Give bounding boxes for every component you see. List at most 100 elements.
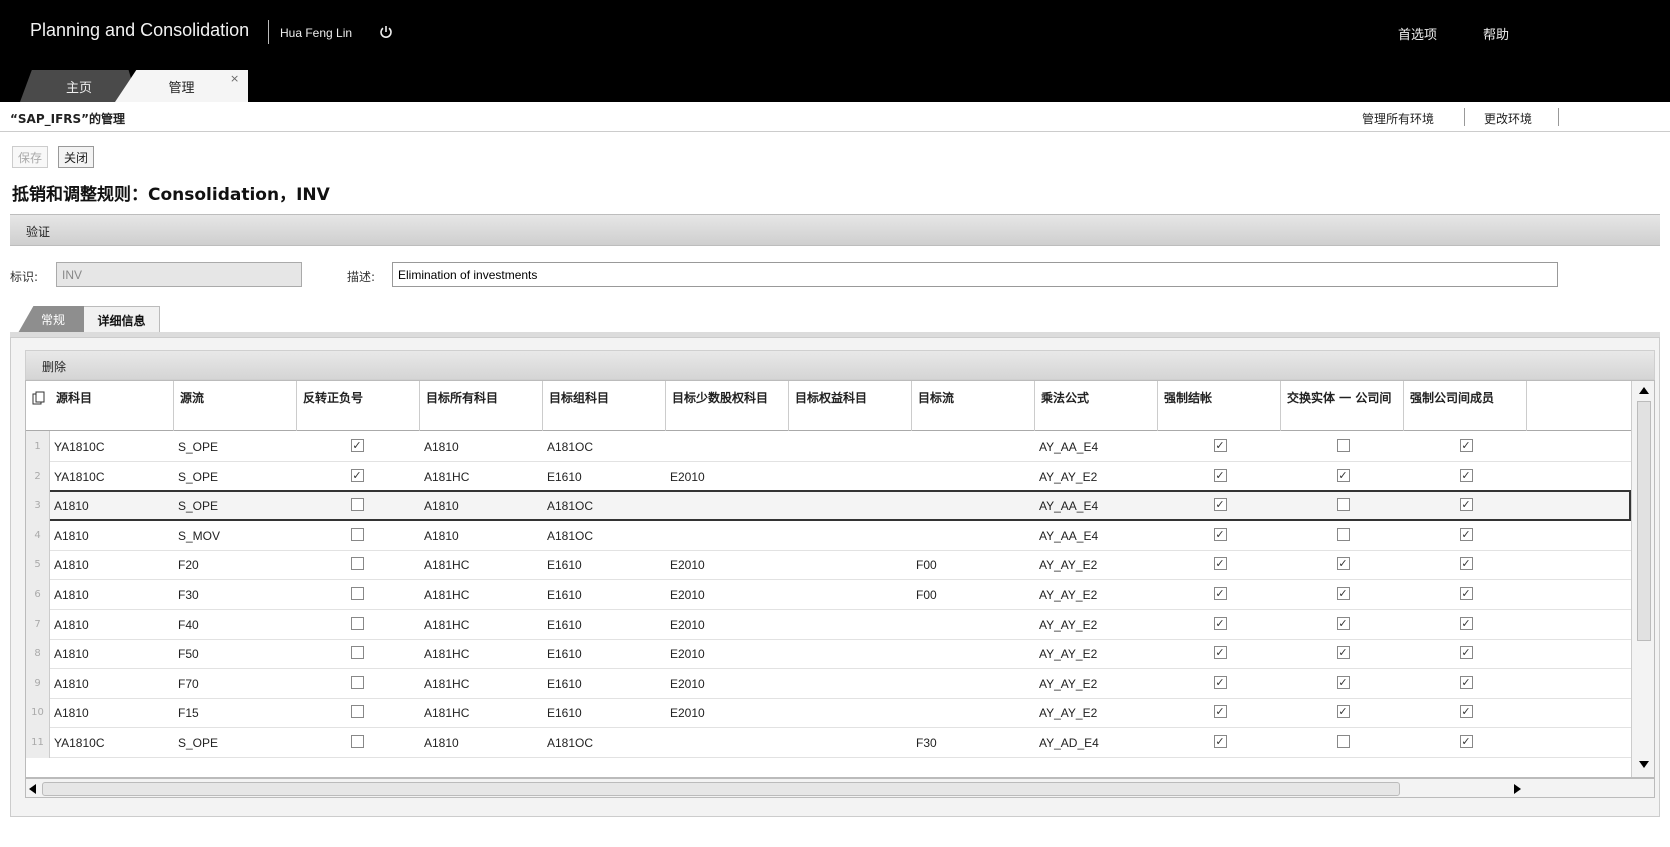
table-cell[interactable]: F40 [174, 609, 297, 640]
checkbox[interactable]: ✓ [1213, 705, 1227, 719]
table-cell[interactable]: A1810 [50, 668, 174, 699]
column-header[interactable]: 目标权益科目 [789, 381, 912, 431]
checkbox[interactable]: ✓ [1213, 646, 1227, 660]
checkbox[interactable]: ✓ [1336, 468, 1350, 482]
table-row[interactable]: 11 YA1810C S_OPE A1810 A181OC F30 AY_AD_E4 ✓ ✓ [26, 727, 1631, 758]
close-icon[interactable]: × [230, 72, 239, 85]
checkbox[interactable] [1336, 498, 1350, 512]
table-cell[interactable]: S_MOV [174, 520, 297, 551]
table-row[interactable]: 8 A1810 F50 A181HC E1610 E2010 AY_AY_E2 ✓ ✓ ✓ [26, 638, 1631, 670]
table-row[interactable]: 1 YA1810C S_OPE ✓ A1810 A181OC AY_AA_E4 ✓ ✓ [26, 431, 1631, 462]
table-row[interactable]: 2 YA1810C S_OPE ✓ A181HC E1610 E2010 AY_AY_E2 ✓ ✓… [26, 460, 1631, 492]
table-cell[interactable]: E2010 [666, 609, 789, 640]
checkbox[interactable]: ✓ [1336, 675, 1350, 689]
id-input[interactable] [56, 262, 302, 287]
table-cell[interactable]: AY_AY_E2 [1035, 668, 1158, 699]
table-cell[interactable]: AY_AY_E2 [1035, 461, 1158, 492]
checkbox[interactable] [350, 705, 364, 719]
table-cell[interactable]: AY_AY_E2 [1035, 609, 1158, 640]
table-cell[interactable] [912, 697, 1035, 728]
checkbox[interactable]: ✓ [1459, 527, 1473, 541]
table-cell[interactable] [912, 638, 1035, 669]
table-cell[interactable]: YA1810C [50, 461, 174, 492]
checkbox[interactable] [1336, 527, 1350, 541]
table-cell[interactable]: S_OPE [174, 431, 297, 462]
table-cell[interactable] [789, 549, 912, 580]
checkbox[interactable]: ✓ [1459, 439, 1473, 452]
table-cell[interactable]: YA1810C [50, 727, 174, 758]
checkbox[interactable]: ✓ [1213, 439, 1227, 452]
table-row[interactable]: 3 A1810 S_OPE A1810 A181OC AY_AA_E4 ✓ ✓ [26, 490, 1631, 522]
table-cell[interactable]: A1810 [420, 727, 543, 758]
table-cell[interactable] [912, 609, 1035, 640]
checkbox[interactable]: ✓ [1213, 468, 1227, 482]
table-cell[interactable]: E2010 [666, 697, 789, 728]
checkbox[interactable] [350, 527, 364, 541]
tab-detail[interactable]: 详细信息 [84, 306, 160, 333]
scroll-left-icon[interactable] [29, 784, 36, 794]
column-header[interactable]: 目标少数股权科目 [666, 381, 789, 431]
table-cell[interactable]: E1610 [543, 579, 666, 610]
table-cell[interactable]: A181HC [420, 549, 543, 580]
tab-manage[interactable]: 管理 [115, 70, 248, 102]
table-cell[interactable]: F00 [912, 579, 1035, 610]
table-cell[interactable]: F70 [174, 668, 297, 699]
checkbox[interactable] [1336, 735, 1350, 748]
table-cell[interactable]: E1610 [543, 609, 666, 640]
table-cell[interactable]: F50 [174, 638, 297, 669]
checkbox[interactable]: ✓ [1459, 735, 1473, 748]
table-cell[interactable]: A1810 [420, 490, 543, 521]
table-cell[interactable] [666, 520, 789, 551]
vertical-scroll-thumb[interactable] [1637, 401, 1651, 641]
checkbox[interactable]: ✓ [350, 439, 364, 452]
table-row[interactable]: 10 A1810 F15 A181HC E1610 E2010 AY_AY_E2 ✓ ✓ ✓ [26, 697, 1631, 729]
scroll-right-icon[interactable] [1514, 784, 1521, 794]
checkbox[interactable]: ✓ [1459, 557, 1473, 571]
table-cell[interactable]: A1810 [50, 490, 174, 521]
table-cell[interactable]: A181HC [420, 697, 543, 728]
checkbox[interactable]: ✓ [1336, 646, 1350, 660]
vertical-scrollbar[interactable] [1631, 381, 1654, 777]
table-cell[interactable]: A181OC [543, 727, 666, 758]
table-cell[interactable]: A181HC [420, 609, 543, 640]
checkbox[interactable]: ✓ [1459, 675, 1473, 689]
table-row[interactable]: 4 A1810 S_MOV A1810 A181OC AY_AA_E4 ✓ ✓ [26, 519, 1631, 551]
column-header[interactable]: 源科目 [50, 381, 174, 431]
table-cell[interactable]: E1610 [543, 638, 666, 669]
checkbox[interactable]: ✓ [1336, 705, 1350, 719]
table-row[interactable]: 5 A1810 F20 A181HC E1610 E2010 F00 AY_AY_E2 ✓ ✓ ✓ [26, 549, 1631, 581]
checkbox[interactable]: ✓ [1213, 735, 1227, 748]
column-header[interactable]: 源流 [174, 381, 297, 431]
table-cell[interactable] [789, 697, 912, 728]
table-cell[interactable]: AY_AY_E2 [1035, 549, 1158, 580]
delete-button[interactable]: 删除 [42, 358, 66, 375]
column-header[interactable]: 强制结帐 [1158, 381, 1281, 431]
user-name[interactable]: Hua Feng Lin [280, 26, 352, 40]
table-cell[interactable] [666, 490, 789, 521]
column-header[interactable]: 强制公司间成员 [1404, 381, 1527, 431]
help-link[interactable]: 帮助 [1483, 24, 1509, 43]
table-cell[interactable] [789, 609, 912, 640]
table-cell[interactable]: E1610 [543, 549, 666, 580]
checkbox[interactable]: ✓ [1213, 616, 1227, 630]
table-cell[interactable]: S_OPE [174, 461, 297, 492]
table-cell[interactable]: AY_AA_E4 [1035, 431, 1158, 462]
checkbox[interactable] [350, 557, 364, 571]
checkbox[interactable]: ✓ [1459, 468, 1473, 482]
horizontal-scroll-thumb[interactable] [42, 782, 1400, 796]
table-row[interactable]: 7 A1810 F40 A181HC E1610 E2010 AY_AY_E2 ✓ ✓ ✓ [26, 608, 1631, 640]
table-cell[interactable]: A181OC [543, 520, 666, 551]
change-environment-link[interactable]: 更改环境 [1484, 110, 1532, 127]
copy-icon[interactable] [32, 391, 46, 405]
checkbox[interactable]: ✓ [1336, 616, 1350, 630]
table-cell[interactable] [789, 490, 912, 521]
checkbox[interactable] [350, 498, 364, 512]
checkbox[interactable] [1336, 439, 1350, 452]
checkbox[interactable]: ✓ [1336, 557, 1350, 571]
table-cell[interactable] [912, 490, 1035, 521]
table-cell[interactable]: YA1810C [50, 431, 174, 462]
horizontal-scrollbar[interactable] [25, 778, 1655, 798]
preferences-link[interactable]: 首选项 [1398, 24, 1437, 43]
column-header[interactable]: 交换实体 一 公司间 [1281, 381, 1404, 431]
column-header[interactable]: 乘法公式 [1035, 381, 1158, 431]
